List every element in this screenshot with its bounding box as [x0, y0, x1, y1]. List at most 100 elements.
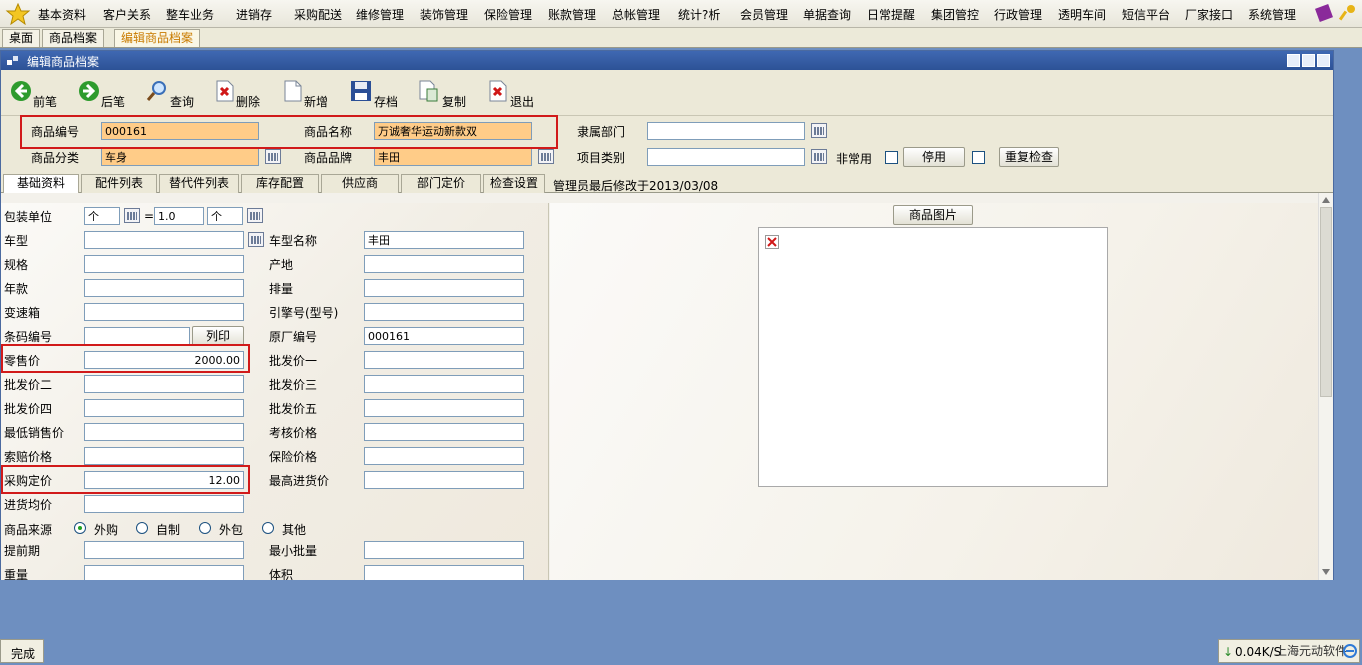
menu-vehicle[interactable]: 整车业务	[166, 6, 214, 23]
sub-unit-picker-icon[interactable]	[247, 208, 263, 223]
menu-member[interactable]: 会员管理	[740, 6, 788, 23]
max-purchase-price-input[interactable]	[364, 471, 524, 489]
menu-inventory[interactable]: 进销存	[236, 6, 272, 23]
new-button[interactable]: 新增	[281, 79, 335, 111]
tab-suppliers[interactable]: 供应商	[321, 174, 399, 193]
search-button[interactable]: 查询	[145, 79, 199, 111]
tab-product-list[interactable]: 商品档案	[42, 29, 105, 47]
car-name-input[interactable]	[364, 231, 524, 249]
menu-insurance[interactable]: 保险管理	[484, 6, 532, 23]
project-type-input[interactable]	[647, 148, 805, 166]
tab-basic-info[interactable]: 基础资料	[3, 174, 79, 194]
ie-icon[interactable]	[1343, 644, 1357, 658]
department-picker-icon[interactable]	[811, 123, 827, 138]
car-model-picker-icon[interactable]	[248, 232, 264, 247]
search-label: 查询	[170, 95, 195, 109]
menu-decor[interactable]: 装饰管理	[420, 6, 468, 23]
claim-price-input[interactable]	[84, 447, 244, 465]
lead-time-input[interactable]	[84, 541, 244, 559]
volume-input[interactable]	[364, 565, 524, 580]
source-other-radio[interactable]	[262, 522, 274, 534]
tab-check-settings[interactable]: 检查设置	[483, 174, 545, 193]
department-input[interactable]	[647, 122, 805, 140]
maximize-icon[interactable]	[1302, 54, 1315, 67]
barcode-input[interactable]	[84, 327, 190, 345]
tab-stock-config[interactable]: 库存配置	[241, 174, 319, 193]
delete-button[interactable]: 删除	[213, 79, 267, 111]
tab-edit-product[interactable]: 编辑商品档案	[114, 29, 201, 47]
min-batch-input[interactable]	[364, 541, 524, 559]
displacement-input[interactable]	[364, 279, 524, 297]
recheck-button[interactable]: 重复检查	[999, 147, 1059, 167]
menu-repair[interactable]: 维修管理	[356, 6, 404, 23]
product-image-panel: 商品图片	[550, 203, 1319, 580]
menu-workshop[interactable]: 透明车间	[1058, 6, 1106, 23]
disable-checkbox[interactable]	[972, 151, 985, 164]
tab-desktop[interactable]: 桌面	[2, 29, 41, 47]
menu-system[interactable]: 系统管理	[1248, 6, 1296, 23]
unit-ratio-input[interactable]	[154, 207, 204, 225]
print-barcode-button[interactable]: 列印	[192, 326, 244, 346]
wholesale-4-input[interactable]	[84, 399, 244, 417]
insurance-price-input[interactable]	[364, 447, 524, 465]
menu-sms[interactable]: 短信平台	[1122, 6, 1170, 23]
category-input[interactable]	[101, 148, 259, 166]
menu-accounts[interactable]: 账款管理	[548, 6, 596, 23]
minimize-icon[interactable]	[1287, 54, 1300, 67]
menu-basic[interactable]: 基本资料	[38, 6, 86, 23]
assess-price-input[interactable]	[364, 423, 524, 441]
scroll-thumb[interactable]	[1320, 207, 1332, 397]
source-selfmade-radio[interactable]	[136, 522, 148, 534]
tab-parts-list[interactable]: 配件列表	[81, 174, 157, 193]
close-icon[interactable]	[1317, 54, 1330, 67]
disable-button[interactable]: 停用	[903, 147, 965, 167]
tab-dept-pricing[interactable]: 部门定价	[401, 174, 481, 193]
menu-reminder[interactable]: 日常提醒	[867, 6, 915, 23]
prev-button[interactable]: 前笔	[9, 79, 63, 111]
window-titlebar: 编辑商品档案	[1, 51, 1333, 70]
menu-stats[interactable]: 统计?析	[678, 6, 720, 23]
menu-ledger[interactable]: 总帐管理	[612, 6, 660, 23]
key-icon[interactable]	[1338, 3, 1358, 23]
product-image-button[interactable]: 商品图片	[893, 205, 973, 225]
source-outsourced-radio[interactable]	[74, 522, 86, 534]
scroll-up-icon[interactable]	[1321, 195, 1331, 205]
exit-button[interactable]: 退出	[486, 79, 540, 111]
car-model-input[interactable]	[84, 231, 244, 249]
origin-input[interactable]	[364, 255, 524, 273]
sub-unit-input[interactable]	[207, 207, 243, 225]
weight-input[interactable]	[84, 565, 244, 580]
scroll-down-icon[interactable]	[1321, 567, 1331, 577]
avg-purchase-price-input[interactable]	[84, 495, 244, 513]
menu-query[interactable]: 单据查询	[803, 6, 851, 23]
rarely-used-checkbox[interactable]	[885, 151, 898, 164]
wholesale-2-input[interactable]	[84, 375, 244, 393]
brand-picker-icon[interactable]	[538, 149, 554, 164]
engine-input[interactable]	[364, 303, 524, 321]
wholesale-1-input[interactable]	[364, 351, 524, 369]
menu-purchase[interactable]: 采购配送	[294, 6, 342, 23]
menu-admin[interactable]: 行政管理	[994, 6, 1042, 23]
spec-input[interactable]	[84, 255, 244, 273]
copy-button[interactable]: 复制	[417, 79, 471, 111]
wholesale-3-input[interactable]	[364, 375, 524, 393]
vertical-scrollbar[interactable]	[1318, 193, 1333, 580]
gearbox-input[interactable]	[84, 303, 244, 321]
brand-input[interactable]	[374, 148, 532, 166]
project-type-picker-icon[interactable]	[811, 149, 827, 164]
source-contract-radio[interactable]	[199, 522, 211, 534]
next-button[interactable]: 后笔	[77, 79, 131, 111]
package-unit-picker-icon[interactable]	[124, 208, 140, 223]
menu-vendor[interactable]: 厂家接口	[1185, 6, 1233, 23]
model-year-input[interactable]	[84, 279, 244, 297]
tab-substitutes[interactable]: 替代件列表	[159, 174, 239, 193]
menu-crm[interactable]: 客户关系	[103, 6, 151, 23]
save-button[interactable]: 存档	[349, 79, 403, 111]
package-unit-input[interactable]	[84, 207, 120, 225]
min-sale-price-input[interactable]	[84, 423, 244, 441]
menu-group[interactable]: 集团管控	[931, 6, 979, 23]
wholesale-5-input[interactable]	[364, 399, 524, 417]
book-icon[interactable]	[1314, 3, 1334, 23]
category-picker-icon[interactable]	[265, 149, 281, 164]
oem-number-input[interactable]	[364, 327, 524, 345]
